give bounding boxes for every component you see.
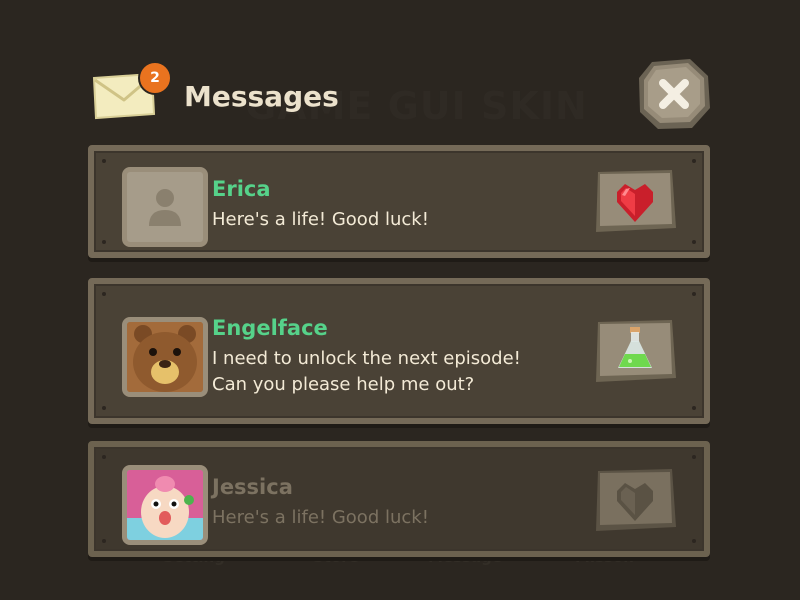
message-card: Jessica Here's a life! Good luck! (88, 441, 710, 557)
close-button[interactable] (636, 56, 712, 132)
sender-name: Engelface (212, 316, 328, 340)
sender-name: Jessica (212, 475, 293, 499)
send-life-button-disabled (592, 467, 678, 535)
message-text-line-1: I need to unlock the next episode! (212, 348, 521, 369)
sender-name: Erica (212, 177, 271, 201)
message-text: Here's a life! Good luck! (212, 507, 429, 528)
message-text: Here's a life! Good luck! (212, 209, 429, 230)
bear-avatar (122, 317, 208, 397)
message-card: Erica Here's a life! Good luck! (88, 145, 710, 258)
bird-avatar (122, 465, 208, 545)
send-life-button[interactable] (592, 168, 678, 236)
placeholder-person-icon (122, 167, 208, 247)
unread-count-badge: 2 (138, 61, 172, 95)
message-card: Engelface I need to unlock the next epis… (88, 278, 710, 424)
send-potion-button[interactable] (592, 318, 678, 386)
message-text-line-2: Can you please help me out? (212, 374, 475, 395)
page-title: Messages (184, 80, 339, 113)
close-icon (639, 59, 710, 129)
